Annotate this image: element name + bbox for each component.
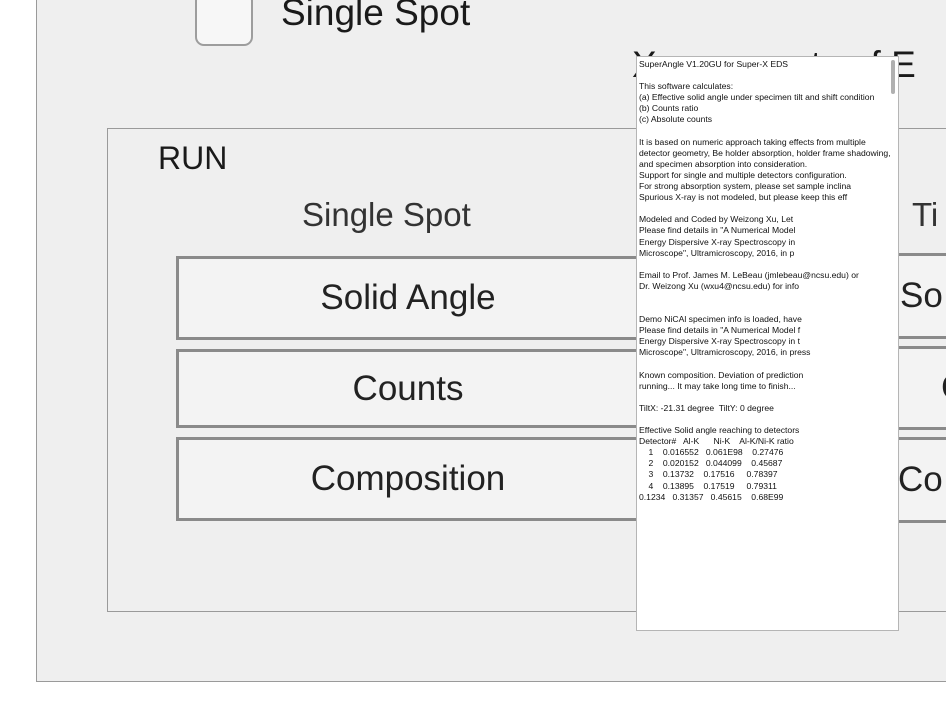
- single-composition-button[interactable]: Composition: [176, 437, 640, 521]
- info-popup-line: For strong absorption system, please set…: [639, 181, 852, 192]
- info-popup-line: Modeled and Coded by Weizong Xu, Let: [639, 214, 794, 225]
- info-popup-line: (b) Counts ratio: [639, 103, 699, 114]
- info-popup-line: SuperAngle V1.20GU for Super-X EDS: [639, 59, 789, 69]
- info-popup-line: It is based on numeric approach taking e…: [639, 136, 866, 147]
- single-solid-angle-button[interactable]: Solid Angle: [176, 256, 640, 340]
- info-popup-line: Microscope", Ultramicroscopy, 2016, in p: [639, 247, 795, 258]
- info-popup-line: [639, 303, 891, 314]
- info-popup-line: Energy Dispersive X-ray Spectroscopy in: [639, 236, 796, 247]
- info-popup-line: 3 0.13732 0.17516 0.78397: [639, 469, 778, 480]
- info-popup-text: SuperAngle V1.20GU for Super-X EDS This …: [639, 59, 891, 629]
- info-popup-line: Demo NiCAl specimen info is loaded, have: [639, 314, 802, 325]
- info-popup-line: [639, 359, 891, 370]
- info-popup-line: 4 0.13895 0.17519 0.79311: [639, 480, 777, 491]
- scrollbar-thumb[interactable]: [891, 60, 895, 94]
- info-popup-line: Please find details in "A Numerical Mode…: [639, 225, 796, 236]
- info-popup-line: [639, 292, 891, 303]
- info-popup-line: [639, 70, 891, 81]
- info-popup-line: (c) Absolute counts: [639, 114, 713, 125]
- info-popup-line: Energy Dispersive X-ray Spectroscopy in …: [639, 336, 800, 347]
- info-popup-line: Detector# Al-K Ni-K Al-K/Ni-K ratio: [639, 436, 794, 447]
- info-popup-line: detector geometry, Be holder absorption,…: [639, 147, 891, 158]
- tilt-heading: Ti: [912, 196, 939, 233]
- info-popup-line: Dr. Weizong Xu (wxu4@ncsu.edu) for info: [639, 280, 799, 291]
- info-popup-line: 2 0.020152 0.044099 0.45687: [639, 458, 783, 469]
- info-popup-line: Email to Prof. James M. LeBeau (jmlebeau…: [639, 269, 859, 280]
- info-popup-line: Please find details in "A Numerical Mode…: [639, 325, 801, 336]
- info-popup-line: Known composition. Deviation of predicti…: [639, 369, 804, 380]
- single-spot-heading: Single Spot: [302, 196, 471, 233]
- info-popup-line: Support for single and multiple detector…: [639, 169, 847, 180]
- info-popup-line: [639, 414, 891, 425]
- info-popup-line: TiltX: -21.31 degree TiltY: 0 degree: [639, 402, 774, 413]
- info-popup-line: This software calculates:: [639, 81, 734, 92]
- info-popup-line: [639, 259, 891, 270]
- info-popup-line: Effective Solid angle reaching to detect…: [639, 425, 800, 436]
- info-popup-line: Microscope", Ultramicroscopy, 2016, in p…: [639, 347, 811, 358]
- info-popup-line: 0.1234 0.31357 0.45615 0.68E99: [639, 491, 784, 502]
- single-spot-checkbox-label: Single Spot: [281, 0, 471, 33]
- info-popup-line: (a) Effective solid angle under specimen…: [639, 92, 875, 103]
- info-popup-line: Spurious X-ray is not modeled, but pleas…: [639, 192, 848, 203]
- info-popup-line: and specimen absorption into considerati…: [639, 158, 808, 169]
- run-panel-title: RUN: [158, 140, 228, 176]
- info-popup-scrollbar[interactable]: [889, 58, 897, 630]
- single-counts-button[interactable]: Counts: [176, 349, 640, 428]
- info-popup-line: 1 0.016552 0.061E98 0.27476: [639, 447, 784, 458]
- info-popup-line: running... It may take long time to fini…: [639, 380, 796, 391]
- info-popup-line: [639, 392, 891, 403]
- info-popup-line: [639, 203, 891, 214]
- info-popup: SuperAngle V1.20GU for Super-X EDS This …: [636, 56, 899, 631]
- info-popup-line: [639, 126, 891, 137]
- single-spot-checkbox[interactable]: [195, 0, 253, 46]
